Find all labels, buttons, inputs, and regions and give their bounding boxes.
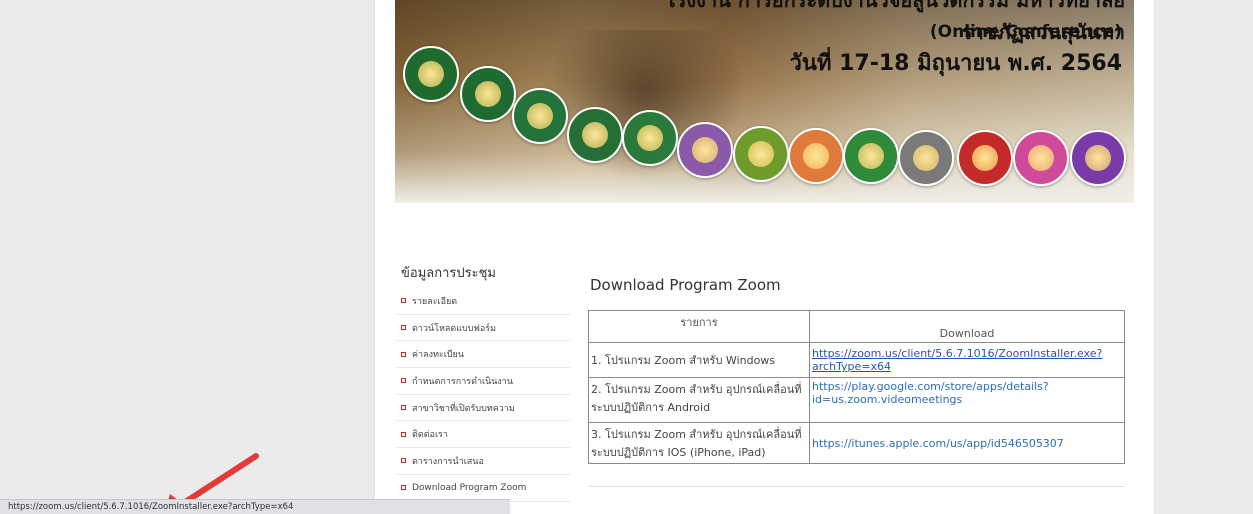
sidebar-item-label: รายละเอียด — [412, 296, 458, 307]
sidebar-item-label: ดาวน์โหลดแบบฟอร์ม — [412, 323, 497, 334]
table-header-download: Download — [809, 310, 1125, 343]
sidebar-item-download-forms[interactable]: ดาวน์โหลดแบบฟอร์ม — [396, 315, 571, 342]
bullet-icon — [401, 298, 406, 304]
table-row: 1. โปรแกรม Zoom สำหรับ Windows https://z… — [588, 342, 1125, 378]
university-seal-icon — [460, 66, 516, 122]
banner-date: วันที่ 17-18 มิถุนายน พ.ศ. 2564 — [789, 51, 1122, 76]
university-seal-icon — [1070, 130, 1126, 186]
download-table: รายการ Download 1. โปรแกรม Zoom สำหรับ W… — [588, 310, 1125, 464]
bullet-icon — [401, 458, 406, 464]
sidebar-item-details[interactable]: รายละเอียด — [396, 288, 571, 315]
university-seal-icon — [567, 107, 623, 163]
bullet-icon — [401, 405, 406, 411]
browser-status-bar: https://zoom.us/client/5.6.7.1016/ZoomIn… — [0, 499, 510, 514]
university-seal-icon — [733, 126, 789, 182]
page-title: Download Program Zoom — [590, 276, 781, 294]
bullet-icon — [401, 351, 406, 357]
sidebar-item-label: ตารางการนำเสนอ — [412, 456, 484, 467]
banner-subtitle: (Online Conference) — [929, 22, 1122, 42]
sidebar-item-schedule[interactable]: กำหนดการการดำเนินงาน — [396, 368, 571, 395]
sidebar-item-registration-fee[interactable]: ค่าลงทะเบียน — [396, 341, 571, 369]
conference-banner: โรงงาน การยกระดับงานวิจัยสู่นวัตกรรม มหา… — [395, 0, 1134, 203]
row-item-android: 2. โปรแกรม Zoom สำหรับ อุปกรณ์เคลื่อนที่… — [588, 377, 810, 423]
bullet-icon — [401, 325, 406, 331]
download-link-ios[interactable]: https://itunes.apple.com/us/app/id546505… — [809, 422, 1125, 464]
university-seal-icon — [403, 46, 459, 102]
university-seal-icon — [512, 88, 568, 144]
university-seal-icon — [957, 130, 1013, 186]
university-seal-icon — [898, 130, 954, 186]
sidebar-item-label: Download Program Zoom — [412, 482, 527, 493]
sidebar-item-label: ค่าลงทะเบียน — [412, 350, 464, 361]
sidebar-item-presentation-schedule[interactable]: ตารางการนำเสนอ — [396, 448, 571, 475]
row-item-windows: 1. โปรแกรม Zoom สำหรับ Windows — [588, 342, 810, 378]
sidebar-item-contact[interactable]: ติดต่อเรา — [396, 421, 571, 449]
university-seal-icon — [622, 110, 678, 166]
university-seal-icon — [788, 128, 844, 184]
divider — [588, 486, 1125, 487]
sidebar-item-label: ติดต่อเรา — [412, 430, 448, 441]
table-header-item: รายการ — [588, 310, 810, 343]
bullet-icon — [401, 431, 406, 437]
table-row: 3. โปรแกรม Zoom สำหรับ อุปกรณ์เคลื่อนที่… — [588, 422, 1125, 464]
university-seal-icon — [843, 128, 899, 184]
sidebar-menu: รายละเอียด ดาวน์โหลดแบบฟอร์ม ค่าลงทะเบีย… — [396, 288, 571, 502]
university-seal-icon — [677, 122, 733, 178]
row-item-ios: 3. โปรแกรม Zoom สำหรับ อุปกรณ์เคลื่อนที่… — [588, 422, 810, 464]
download-link-android[interactable]: https://play.google.com/store/apps/detai… — [809, 377, 1125, 423]
bullet-icon — [401, 378, 406, 384]
sidebar-title: ข้อมูลการประชุม — [401, 266, 496, 281]
sidebar-item-label: กำหนดการการดำเนินงาน — [412, 376, 513, 387]
university-seal-icon — [1013, 130, 1069, 186]
sidebar-item-topics[interactable]: สาขาวิชาที่เปิดรับบทความ — [396, 395, 571, 422]
sidebar-item-download-zoom[interactable]: Download Program Zoom — [396, 475, 571, 502]
sidebar-item-label: สาขาวิชาที่เปิดรับบทความ — [412, 403, 515, 414]
bullet-icon — [401, 485, 406, 491]
link-text[interactable]: https://zoom.us/client/5.6.7.1016/ZoomIn… — [812, 347, 1102, 373]
table-row: 2. โปรแกรม Zoom สำหรับ อุปกรณ์เคลื่อนที่… — [588, 377, 1125, 423]
download-link-windows[interactable]: https://zoom.us/client/5.6.7.1016/ZoomIn… — [809, 342, 1125, 378]
